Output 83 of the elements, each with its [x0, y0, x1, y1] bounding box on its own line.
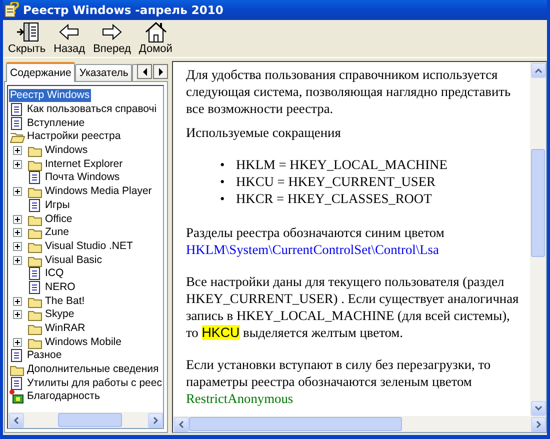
window-title: Реестр Windows -апрель 2010 [23, 3, 224, 17]
expand-icon[interactable] [13, 242, 22, 251]
tree-item[interactable]: Visual Basic [44, 254, 104, 267]
tree-item[interactable]: ICQ [44, 267, 65, 280]
panel-icon [14, 21, 39, 43]
scroll-right-button[interactable] [530, 416, 546, 432]
bullet: • [220, 190, 226, 207]
expand-icon[interactable] [13, 187, 22, 196]
help-book-icon [3, 2, 19, 18]
tree-item[interactable]: NERO [44, 280, 76, 294]
scroll-down-button[interactable] [530, 400, 546, 416]
tree-item[interactable]: The Bat! [44, 294, 86, 308]
tree-item[interactable]: Благодарность [26, 390, 101, 404]
scroll-right-button[interactable] [148, 412, 162, 428]
toolbar-button[interactable]: Назад [50, 20, 90, 57]
scroll-left-button[interactable] [8, 412, 24, 428]
vertical-scrollbar[interactable] [530, 62, 546, 416]
tree-item[interactable]: Разное [26, 349, 63, 362]
bullet: • [220, 156, 226, 173]
chevron-down-icon [534, 404, 542, 412]
expand-icon[interactable] [13, 146, 22, 156]
tree-item[interactable]: Windows [44, 144, 89, 158]
tree-item[interactable]: Вступление [26, 116, 86, 130]
left-arrow-icon [57, 21, 82, 43]
expand-icon[interactable] [13, 310, 22, 320]
toolbar-button[interactable]: Скрыть [4, 20, 50, 57]
page-icon [27, 266, 43, 282]
paragraph: Все настройки даны для текущего пользователя (раздел HKEY_CURRENT_USER) . Если существует аналогичная запись в HKEY_LOCAL_MACHINE (для всей системы), то HKCU выделяется желтым цветом. [186, 273, 520, 341]
expand-icon[interactable] [13, 256, 22, 265]
chevron-right-icon [152, 416, 158, 424]
paragraph: Разделы реестра обозначаются синим цветом HKLM\System\CurrentControlSet\Control\Lsa [186, 224, 446, 258]
horizontal-scrollbar[interactable] [8, 412, 163, 428]
scroll-thumb[interactable] [58, 413, 122, 427]
scroll-left-button[interactable] [174, 416, 188, 432]
tree-item[interactable]: Windows Mobile [44, 336, 122, 349]
left-triangle-icon [142, 68, 148, 76]
expand-icon[interactable] [13, 214, 22, 224]
paragraph: Для удобства пользования справочником используется следующая система, позволяющая наглядно представить все возможности реестра. [186, 66, 512, 117]
toolbar-button[interactable]: Домой [134, 20, 176, 57]
chevron-left-icon [12, 416, 20, 424]
page-icon [27, 280, 43, 295]
tab-scroll-right-button[interactable] [153, 64, 168, 79]
expand-icon[interactable] [13, 338, 22, 347]
tree-item[interactable]: Office [44, 212, 74, 226]
chevron-right-icon [534, 420, 542, 428]
chevron-left-icon [178, 420, 184, 428]
horizontal-scrollbar[interactable] [173, 416, 546, 432]
tree-item[interactable]: Как пользоваться справочі [26, 103, 158, 116]
tree-item[interactable]: Дополнительные сведения [26, 363, 160, 376]
scroll-thumb[interactable] [531, 148, 545, 258]
gift-icon [9, 389, 25, 404]
page-icon [27, 170, 43, 186]
bullet: • [220, 173, 226, 190]
tab[interactable]: Указатель [75, 64, 132, 81]
scroll-thumb[interactable] [189, 417, 402, 431]
page-icon [27, 198, 43, 213]
scroll-up-button[interactable] [530, 62, 546, 78]
tab[interactable]: Содержание [6, 62, 76, 82]
expand-icon[interactable] [13, 228, 22, 238]
expand-icon[interactable] [13, 160, 22, 169]
tree-item[interactable]: Настройки реестра [26, 130, 122, 144]
chevron-up-icon [534, 66, 542, 74]
list-item: HKLM = HKEY_LOCAL_MACHINE [236, 156, 448, 173]
tree-item[interactable]: Zune [44, 226, 70, 240]
tree-item[interactable]: Visual Studio .NET [44, 240, 134, 253]
tab-scroll-left-button[interactable] [137, 64, 152, 79]
paragraph: Если установки вступают в силу без перезагрузки, то параметры реестра обозначаются зеленым цветом RestrictAnonymous [186, 356, 492, 407]
tree-item[interactable]: Windows Media Player [44, 185, 153, 198]
tree-item[interactable]: Реестр Windows [9, 89, 91, 102]
tree-item[interactable]: Игры [44, 198, 71, 212]
toolbar-button[interactable]: Вперед [89, 20, 135, 57]
expand-icon[interactable] [13, 296, 22, 306]
tree-item[interactable]: Почта Windows [44, 171, 121, 184]
house-icon [144, 21, 168, 43]
right-triangle-icon [158, 68, 164, 76]
tree-item[interactable]: Internet Explorer [44, 158, 124, 171]
list-item: HKCU = HKEY_CURRENT_USER [236, 173, 436, 190]
paragraph: Используемые сокращения [186, 124, 342, 141]
list-item: HKCR = HKEY_CLASSES_ROOT [236, 190, 432, 207]
tree-item[interactable]: Утилиты для работы с реес [26, 376, 163, 390]
tree-item[interactable]: WinRAR [44, 322, 86, 336]
right-arrow-icon [100, 21, 124, 43]
tree-item[interactable]: Skype [44, 308, 76, 322]
